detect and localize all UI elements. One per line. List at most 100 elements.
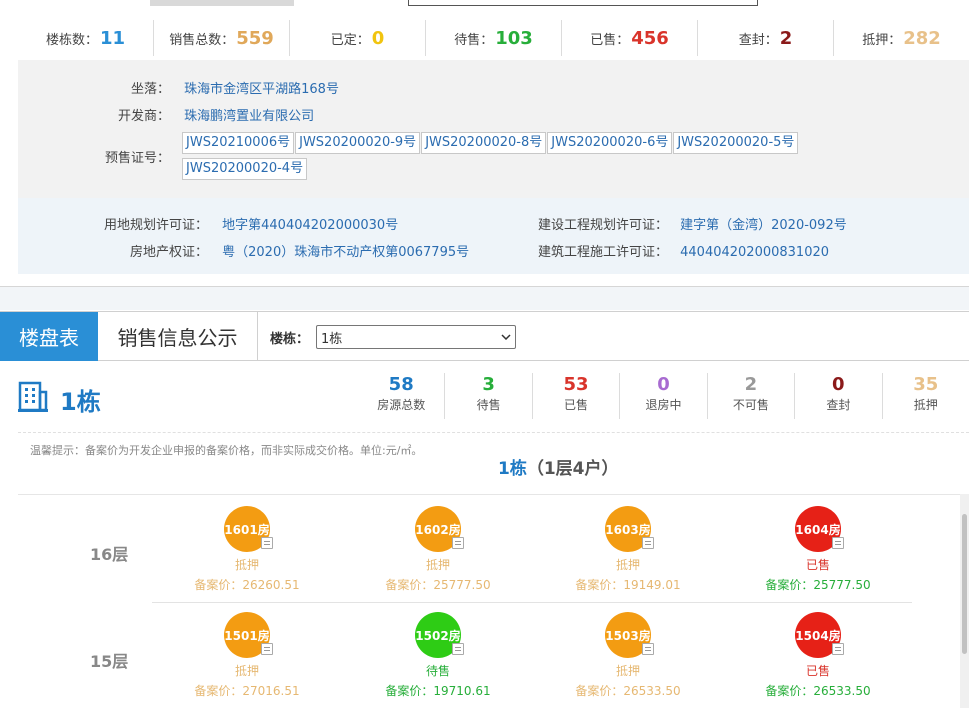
stat-value: 0 xyxy=(371,27,385,49)
unit-price: 备案价：26260.51 xyxy=(194,578,300,592)
construction-plan-label: 建设工程规划许可证： xyxy=(537,218,668,233)
construction-permit-link[interactable]: 440404202000831020 xyxy=(680,245,829,260)
unit-badge: 1604房 xyxy=(795,506,844,552)
room-number: 1504房 xyxy=(795,628,841,643)
document-icon xyxy=(642,643,654,655)
presale-license-list: JWS20210006号 JWS20200020-9号 JWS20200020-8号… xyxy=(182,131,842,183)
building-select-label: 楼栋： xyxy=(270,332,310,347)
room-number: 1603房 xyxy=(605,522,651,537)
unit-1501[interactable]: 1501房 抵押 备案价：27016.51 xyxy=(177,612,317,699)
divider xyxy=(18,432,969,433)
stat-value: 11 xyxy=(99,27,126,49)
tab-building-table[interactable]: 楼盘表 xyxy=(0,312,98,361)
developer-link[interactable]: 珠海鹏湾置业有限公司 xyxy=(184,109,314,124)
page: 楼栋数： 11 销售总数： 559 已定： 0 待售： 103 已售： 456 … xyxy=(0,0,969,708)
unit-1603[interactable]: 1603房 抵押 备案价：19149.01 xyxy=(558,506,698,593)
count-label: 查封 xyxy=(826,398,851,412)
presale-license-link[interactable]: JWS20200020-5号 xyxy=(673,132,799,154)
stat-reserved: 已定： 0 xyxy=(290,20,426,56)
unit-badge: 1503房 xyxy=(605,612,654,658)
count-value: 0 xyxy=(657,374,670,395)
floor-table-title: 1栋（1层4户） xyxy=(498,454,619,479)
room-number: 1503房 xyxy=(605,628,651,643)
count-label: 退房中 xyxy=(645,398,682,412)
unit-1503[interactable]: 1503房 抵押 备案价：26533.50 xyxy=(558,612,698,699)
location-label: 坐落： xyxy=(130,82,170,97)
unit-badge: 1601房 xyxy=(224,506,273,552)
developer-label: 开发商： xyxy=(117,109,170,124)
floor-title-building: 1栋 xyxy=(498,459,527,479)
count-value: 35 xyxy=(913,374,939,395)
building-header: 1栋 58 房源总数 3 待售 53 已售 0 退房中 2 不可售 0 查封 35 抵押 xyxy=(18,370,969,432)
unit-status: 抵押 xyxy=(615,558,640,572)
unit-1601[interactable]: 1601房 抵押 备案价：26260.51 xyxy=(177,506,317,593)
building-select-value: 1栋 xyxy=(321,331,343,347)
stat-value: 2 xyxy=(779,27,793,49)
stats-bar: 楼栋数： 11 销售总数： 559 已定： 0 待售： 103 已售： 456 … xyxy=(18,20,969,56)
location-link[interactable]: 珠海市金湾区平湖路168号 xyxy=(184,82,339,97)
scrollbar-thumb[interactable] xyxy=(962,514,967,654)
document-icon xyxy=(261,643,273,655)
count-label: 房源总数 xyxy=(377,398,426,412)
unit-badge: 1502房 xyxy=(415,612,464,658)
unit-1504[interactable]: 1504房 已售 备案价：26533.50 xyxy=(748,612,888,699)
construction-permit-row: 建筑工程施工许可证： 440404202000831020 xyxy=(448,241,829,260)
unit-status: 抵押 xyxy=(615,664,640,678)
stat-sales-total: 销售总数： 559 xyxy=(154,20,290,56)
unit-status: 抵押 xyxy=(234,664,259,678)
stat-seized: 查封： 2 xyxy=(698,20,834,56)
chevron-down-icon xyxy=(501,334,511,340)
property-label: 房地产权证： xyxy=(129,245,208,260)
unit-status: 抵押 xyxy=(425,558,450,572)
stat-label: 已定： xyxy=(330,32,370,48)
document-icon xyxy=(452,643,464,655)
room-number: 1602房 xyxy=(415,522,461,537)
construction-plan-row: 建设工程规划许可证： 建字第（金湾）2020-092号 xyxy=(448,214,847,233)
land-permit-label: 用地规划许可证： xyxy=(103,218,208,233)
stat-label: 已售： xyxy=(590,32,630,48)
land-permit-link[interactable]: 地字第440404202000030号 xyxy=(222,218,398,233)
unit-badge: 1603房 xyxy=(605,506,654,552)
count-seized: 0 查封 xyxy=(795,373,883,419)
count-total: 58 房源总数 xyxy=(358,373,446,419)
stat-label: 销售总数： xyxy=(169,32,235,48)
presale-license-link[interactable]: JWS20200020-8号 xyxy=(421,132,547,154)
developer-row: 开发商： 珠海鹏湾置业有限公司 xyxy=(18,105,314,124)
stat-value: 559 xyxy=(236,27,274,49)
unit-1502[interactable]: 1502房 待售 备案价：19710.61 xyxy=(368,612,508,699)
count-mortgaged: 35 抵押 xyxy=(883,373,969,419)
stat-label: 查封： xyxy=(738,32,778,48)
presale-license-link[interactable]: JWS20200020-6号 xyxy=(547,132,673,154)
count-for-sale: 3 待售 xyxy=(445,373,533,419)
presale-license-link[interactable]: JWS20200020-4号 xyxy=(182,158,308,180)
unit-1604[interactable]: 1604房 已售 备案价：25777.50 xyxy=(748,506,888,593)
count-label: 已售 xyxy=(564,398,589,412)
presale-license-link[interactable]: JWS20200020-9号 xyxy=(295,132,421,154)
tab-sales-info[interactable]: 销售信息公示 xyxy=(98,312,258,361)
construction-permit-label: 建筑工程施工许可证： xyxy=(537,245,668,260)
stat-label: 楼栋数： xyxy=(45,32,98,48)
unit-price: 备案价：27016.51 xyxy=(194,684,300,698)
top-tab-stub xyxy=(150,0,294,6)
stat-label: 抵押： xyxy=(862,32,902,48)
unit-price: 备案价：25777.50 xyxy=(385,578,491,592)
construction-plan-link[interactable]: 建字第（金湾）2020-092号 xyxy=(680,218,847,233)
unit-1602[interactable]: 1602房 抵押 备案价：25777.50 xyxy=(368,506,508,593)
unit-price: 备案价：26533.50 xyxy=(765,684,871,698)
property-row: 房地产权证： 粤（2020）珠海市不动产权第0067795号 xyxy=(18,241,469,260)
room-number: 1502房 xyxy=(415,628,461,643)
unit-price: 备案价：19149.01 xyxy=(575,578,681,592)
property-link[interactable]: 粤（2020）珠海市不动产权第0067795号 xyxy=(222,245,469,260)
divider xyxy=(18,494,969,495)
tab-bar: 楼盘表 销售信息公示 楼栋： 1栋 xyxy=(0,311,969,361)
presale-license-link[interactable]: JWS20210006号 xyxy=(182,132,295,154)
unit-price: 备案价：26533.50 xyxy=(575,684,681,698)
building-select[interactable]: 1栋 xyxy=(316,325,516,349)
document-icon xyxy=(452,537,464,549)
unit-status: 抵押 xyxy=(234,558,259,572)
document-icon xyxy=(832,643,844,655)
unit-badge: 1504房 xyxy=(795,612,844,658)
unit-status: 已售 xyxy=(805,664,830,678)
count-value: 53 xyxy=(563,374,589,395)
floor-title-summary: （1层4户） xyxy=(526,459,619,479)
